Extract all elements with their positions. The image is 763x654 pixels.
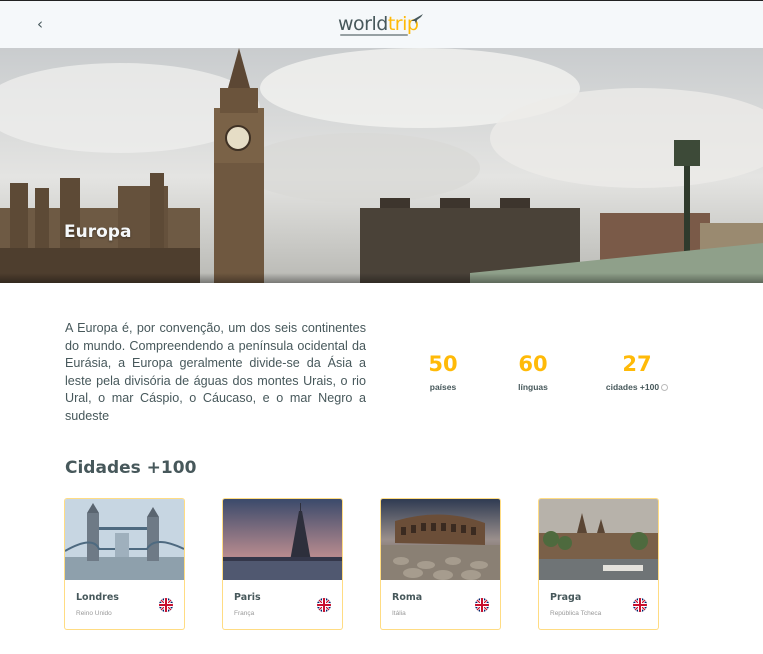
city-photo-paris bbox=[223, 499, 342, 580]
city-name: Roma bbox=[392, 592, 423, 603]
city-photo-rome bbox=[381, 499, 500, 580]
airplane-icon bbox=[411, 14, 423, 24]
city-country: República Tcheca bbox=[550, 610, 602, 617]
city-photo-prague bbox=[539, 499, 658, 580]
stat-languages: 60 línguas bbox=[516, 350, 550, 392]
stat-cities-value: 27 bbox=[622, 352, 652, 376]
stat-countries: 50 países bbox=[427, 350, 459, 392]
continent-title: Europa bbox=[64, 222, 132, 242]
stat-cities-label-row: cidades +100 bbox=[604, 382, 670, 392]
stat-languages-label: línguas bbox=[518, 382, 548, 392]
stat-countries-value: 50 bbox=[428, 352, 458, 376]
stat-languages-value: 60 bbox=[518, 352, 548, 376]
banner-image bbox=[0, 48, 763, 283]
city-name: Praga bbox=[550, 592, 582, 603]
stat-cities-label: cidades +100 bbox=[605, 382, 660, 392]
city-photo-london bbox=[65, 499, 184, 580]
city-card-paris[interactable]: Paris França bbox=[222, 498, 343, 630]
city-country: França bbox=[234, 610, 255, 617]
stat-cities: 27 cidades +100 bbox=[604, 350, 670, 392]
city-name: Londres bbox=[76, 592, 119, 603]
logo-swoosh bbox=[340, 34, 408, 36]
header-bar: ‹ worldtrip bbox=[0, 0, 763, 48]
chevron-left-icon: ‹ bbox=[37, 15, 43, 33]
continent-banner: Europa bbox=[0, 48, 763, 283]
continent-description: A Europa é, por convenção, um dos seis c… bbox=[65, 321, 366, 423]
city-country: Itália bbox=[392, 610, 406, 617]
stat-countries-label: países bbox=[429, 382, 457, 392]
uk-flag-icon bbox=[475, 598, 489, 612]
uk-flag-icon bbox=[633, 598, 647, 612]
city-card-prague[interactable]: Praga República Tcheca bbox=[538, 498, 659, 630]
uk-flag-icon bbox=[159, 598, 173, 612]
uk-flag-icon bbox=[317, 598, 331, 612]
info-icon[interactable] bbox=[661, 384, 669, 392]
city-card-london[interactable]: Londres Reino Unido bbox=[64, 498, 185, 630]
city-card-rome[interactable]: Roma Itália bbox=[380, 498, 501, 630]
logo-world-text: world bbox=[338, 13, 388, 35]
cities-section-title: Cidades +100 bbox=[65, 458, 197, 478]
logo[interactable]: worldtrip bbox=[338, 11, 423, 37]
back-button[interactable]: ‹ bbox=[32, 13, 48, 35]
city-name: Paris bbox=[234, 592, 261, 603]
city-country: Reino Unido bbox=[76, 610, 112, 617]
